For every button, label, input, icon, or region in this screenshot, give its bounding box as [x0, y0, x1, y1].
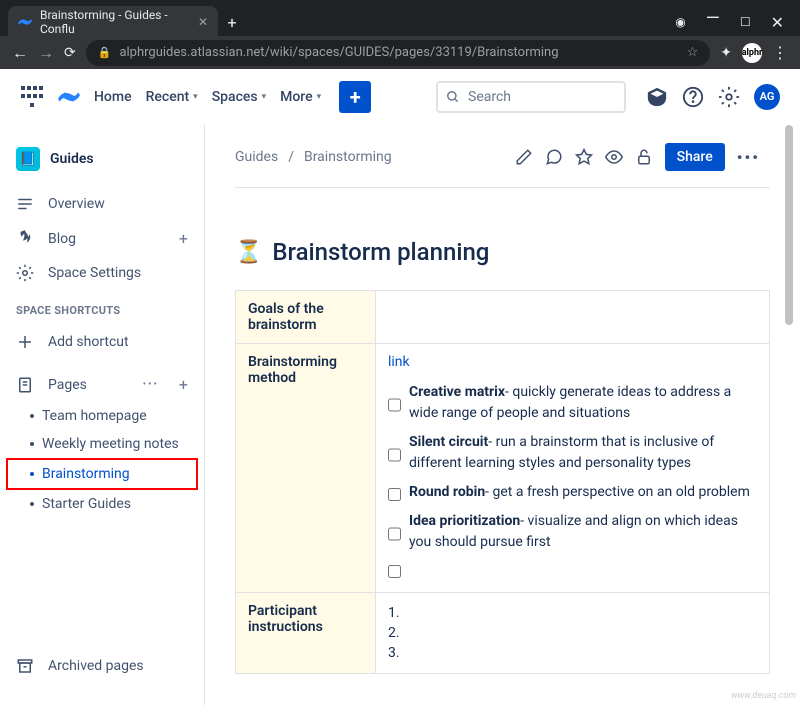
search-icon: [446, 90, 460, 104]
profile-avatar[interactable]: alphr: [742, 43, 762, 63]
sidebar-blog[interactable]: Blog +: [0, 221, 204, 256]
tab-title: Brainstorming - Guides - Conflu: [40, 8, 190, 36]
shortcuts-heading: SPACE SHORTCUTS: [0, 290, 204, 325]
forward-button[interactable]: →: [38, 43, 54, 63]
add-blog-icon[interactable]: +: [179, 229, 188, 248]
method-item: Idea prioritization- visualize and align…: [388, 507, 757, 557]
sidebar-overview[interactable]: Overview: [0, 187, 204, 221]
back-button[interactable]: ←: [12, 43, 28, 63]
reload-button[interactable]: ⟳: [64, 45, 76, 61]
checkbox[interactable]: [388, 515, 401, 553]
new-tab-button[interactable]: +: [218, 8, 246, 36]
nav-more[interactable]: More▾: [280, 89, 321, 105]
method-link[interactable]: link: [388, 354, 757, 370]
table-row-goals: Goals of the brainstorm: [236, 291, 770, 344]
confluence-favicon: [18, 15, 32, 29]
checkbox[interactable]: [388, 386, 401, 424]
top-nav: Home Recent▾ Spaces▾ More▾ + Search AG: [0, 69, 800, 125]
main-content: Guides / Brainstorming Share ••• ⏳: [205, 125, 800, 705]
edit-icon[interactable]: [515, 148, 533, 166]
close-tab-icon[interactable]: ✕: [198, 15, 208, 29]
method-item: Round robin- get a fresh perspective on …: [388, 478, 757, 507]
plus-icon: [16, 333, 34, 351]
comment-icon[interactable]: [545, 148, 563, 166]
lock-icon: 🔒: [98, 46, 112, 59]
checkbox[interactable]: [388, 486, 401, 503]
create-button[interactable]: +: [339, 81, 371, 113]
help-icon[interactable]: [682, 86, 704, 108]
chevron-down-icon: ▾: [262, 92, 267, 102]
url-text: alphrguides.atlassian.net/wiki/spaces/GU…: [119, 45, 558, 60]
close-window-icon[interactable]: ✕: [771, 13, 784, 32]
confluence-logo[interactable]: [58, 86, 80, 108]
restrictions-icon[interactable]: [635, 148, 653, 166]
chevron-down-icon: ▾: [193, 92, 198, 102]
address-bar[interactable]: 🔒 alphrguides.atlassian.net/wiki/spaces/…: [86, 40, 711, 66]
record-icon[interactable]: ◉: [675, 15, 685, 29]
nav-spaces[interactable]: Spaces▾: [212, 89, 266, 105]
method-item-empty: [388, 557, 757, 582]
share-button[interactable]: Share: [665, 143, 725, 171]
overview-icon: [16, 195, 34, 213]
sidebar-add-shortcut[interactable]: Add shortcut: [0, 325, 204, 359]
notification-icon[interactable]: [646, 86, 668, 108]
page-title: ⏳ Brainstorm planning: [235, 238, 770, 266]
gear-icon: [16, 264, 34, 282]
add-page-icon[interactable]: +: [179, 375, 188, 394]
sidebar: 📘 Guides Overview Blog + Space Settings …: [0, 125, 205, 705]
breadcrumb-page[interactable]: Brainstorming: [304, 149, 392, 165]
nav-recent[interactable]: Recent▾: [146, 89, 198, 105]
space-icon: 📘: [16, 147, 40, 171]
search-input[interactable]: Search: [436, 81, 626, 113]
app-switcher-icon[interactable]: [20, 85, 44, 109]
sidebar-archived[interactable]: Archived pages: [0, 649, 204, 683]
breadcrumb-space[interactable]: Guides: [235, 149, 278, 165]
table-row-method: Brainstorming method link Creative matri…: [236, 344, 770, 593]
checkbox[interactable]: [388, 436, 401, 474]
scrollbar-thumb[interactable]: [785, 125, 793, 325]
watch-icon[interactable]: [605, 148, 623, 166]
sidebar-space-settings[interactable]: Space Settings: [0, 256, 204, 290]
bookmark-star-icon[interactable]: ☆: [687, 45, 699, 60]
user-avatar[interactable]: AG: [754, 84, 780, 110]
space-header[interactable]: 📘 Guides: [0, 139, 204, 187]
method-item: Silent circuit- run a brainstorm that is…: [388, 428, 757, 478]
chevron-down-icon: ▾: [317, 92, 322, 102]
pages-more-icon[interactable]: •••: [143, 379, 159, 390]
hourglass-icon: ⏳: [235, 240, 262, 265]
nav-home[interactable]: Home: [94, 89, 132, 105]
extensions-icon[interactable]: ✦: [720, 45, 732, 61]
page-item-weekly-notes[interactable]: Weekly meeting notes: [0, 430, 204, 458]
watermark: www.deuaq.com: [731, 691, 796, 701]
star-icon[interactable]: [575, 148, 593, 166]
archive-icon: [16, 657, 34, 675]
more-actions-icon[interactable]: •••: [737, 148, 760, 167]
maximize-icon[interactable]: ☐: [740, 15, 751, 29]
pages-icon: [16, 376, 34, 394]
page-item-brainstorming[interactable]: Brainstorming: [6, 458, 198, 490]
page-item-team-homepage[interactable]: Team homepage: [0, 402, 204, 430]
minimize-icon[interactable]: —: [706, 8, 720, 29]
table-row-participants: Participant instructions 1. 2. 3.: [236, 593, 770, 674]
sidebar-pages[interactable]: Pages ••• +: [0, 367, 204, 402]
browser-menu-icon[interactable]: ⋮: [772, 43, 788, 62]
breadcrumb: Guides / Brainstorming: [235, 149, 392, 165]
blog-icon: [16, 230, 34, 248]
checkbox[interactable]: [388, 565, 401, 578]
method-item: Creative matrix- quickly generate ideas …: [388, 378, 757, 428]
page-item-starter-guides[interactable]: Starter Guides: [0, 490, 204, 518]
brainstorm-table: Goals of the brainstorm Brainstorming me…: [235, 290, 770, 674]
settings-icon[interactable]: [718, 86, 740, 108]
browser-tab[interactable]: Brainstorming - Guides - Conflu ✕: [8, 6, 218, 38]
